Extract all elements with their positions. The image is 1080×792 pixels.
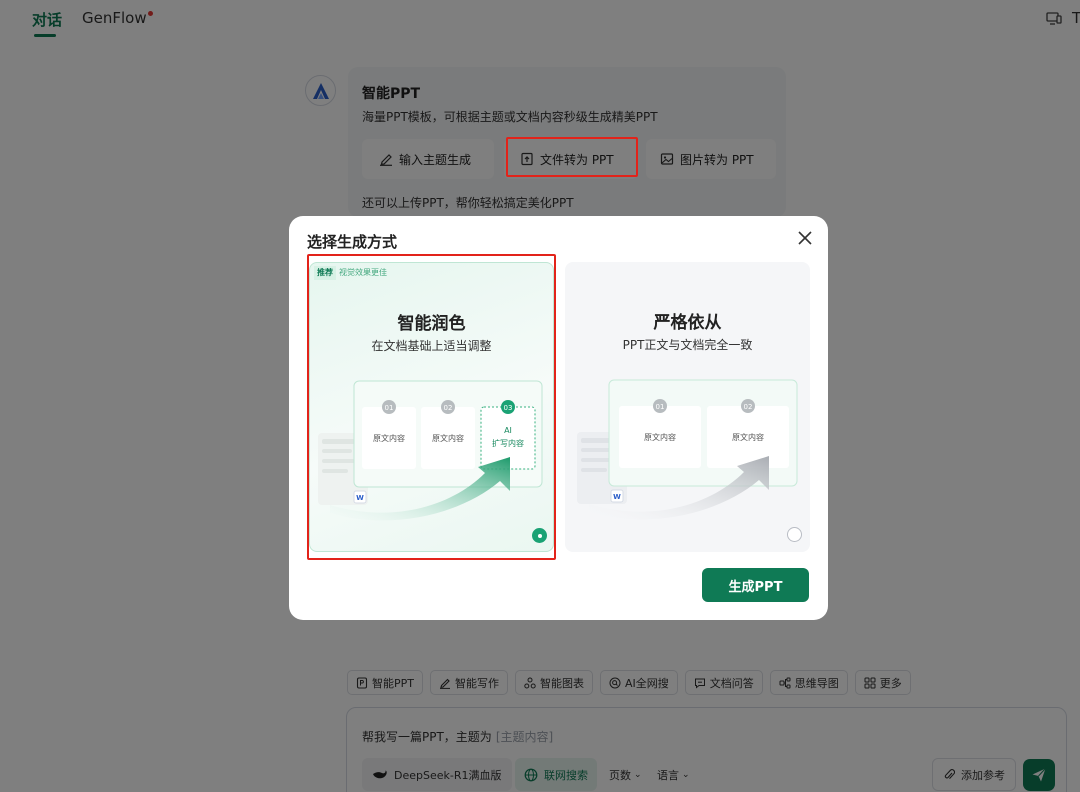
annotation-highlight-file-option [506,137,638,177]
card-original-1: 原文内容 [644,432,676,442]
step-2-number: 02 [744,403,753,411]
close-icon[interactable] [795,228,815,248]
step-1-number: 01 [656,403,665,411]
strict-follow-radio[interactable] [787,527,802,542]
word-badge: W [613,493,621,501]
annotation-highlight-smart-option [307,254,556,560]
option-subtitle: PPT正文与文档完全一致 [622,338,753,352]
dialog-title: 选择生成方式 [307,233,398,251]
card-original-2: 原文内容 [732,432,764,442]
option-strict-follow[interactable]: 严格依从 PPT正文与文档完全一致 01 02 原文内容 原文内容 W [565,262,810,552]
generate-ppt-button[interactable]: 生成PPT [702,568,809,602]
option-title: 严格依从 [653,313,722,333]
strict-follow-illustration: 01 02 原文内容 原文内容 W [577,379,798,520]
